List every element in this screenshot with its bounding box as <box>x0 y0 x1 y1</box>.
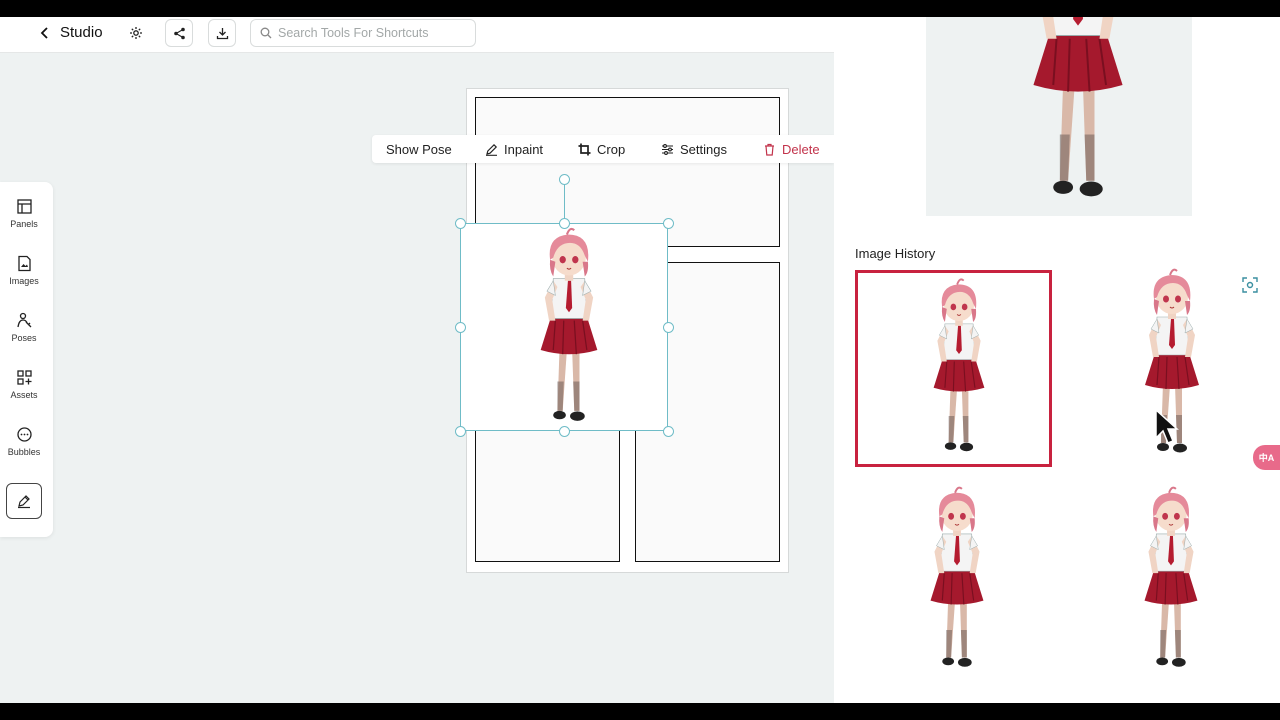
download-button[interactable] <box>208 19 236 47</box>
pencil-icon <box>486 143 498 156</box>
resize-handle-top[interactable] <box>559 218 570 229</box>
character-image <box>925 275 993 463</box>
tool-bubbles[interactable]: Bubbles <box>0 426 48 474</box>
translate-button[interactable]: 中A <box>1253 445 1280 470</box>
delete-button[interactable]: Delete <box>763 135 820 163</box>
resize-handle-left[interactable] <box>455 322 466 333</box>
resize-handle-top-right[interactable] <box>663 218 674 229</box>
tool-label: Images <box>9 276 39 286</box>
left-toolbar: Panels Images Poses Assets Bubbles <box>0 182 53 537</box>
history-thumbnail[interactable] <box>1066 483 1263 680</box>
gear-icon <box>130 27 142 39</box>
search-input[interactable] <box>278 26 468 40</box>
resize-handle-right[interactable] <box>663 322 674 333</box>
tool-assets[interactable]: Assets <box>0 369 48 417</box>
crop-label: Crop <box>597 141 626 157</box>
character-image <box>1136 483 1206 679</box>
rotate-handle[interactable] <box>559 174 570 185</box>
image-file-icon <box>17 255 31 272</box>
assets-icon <box>16 370 32 385</box>
show-pose-label: Show Pose <box>386 141 452 157</box>
history-thumbnail-active[interactable] <box>855 270 1052 467</box>
tool-panels[interactable]: Panels <box>0 198 48 246</box>
top-bar: Studio <box>0 17 834 53</box>
tool-images[interactable]: Images <box>0 255 48 303</box>
image-context-toolbar: Show Pose Inpaint Crop Settings Delete <box>372 135 834 163</box>
inpaint-button[interactable]: Inpaint <box>485 135 543 163</box>
studio-title: Studio <box>60 24 103 41</box>
settings-button-ctx[interactable]: Settings <box>661 135 727 163</box>
tool-label: Bubbles <box>7 447 41 457</box>
share-icon <box>173 27 185 39</box>
panels-icon <box>16 199 32 214</box>
show-pose-button[interactable]: Show Pose <box>386 135 452 163</box>
crop-icon <box>578 143 591 155</box>
search-box[interactable] <box>250 19 476 47</box>
settings-button[interactable] <box>122 19 150 47</box>
character-image <box>922 483 992 679</box>
draw-tool-button[interactable] <box>6 483 42 519</box>
translate-glyph: 中A <box>1258 453 1275 463</box>
tool-label: Poses <box>11 333 37 343</box>
resize-handle-top-left[interactable] <box>455 218 466 229</box>
mouse-pointer-icon <box>1155 408 1179 444</box>
settings-label: Settings <box>680 141 727 157</box>
resize-handle-bottom-left[interactable] <box>455 426 466 437</box>
delete-label: Delete <box>782 141 820 157</box>
history-thumbnail[interactable] <box>855 483 1052 680</box>
download-icon <box>216 27 228 39</box>
tool-label: Panels <box>10 219 38 229</box>
search-icon <box>260 27 272 39</box>
character-image <box>1018 17 1138 216</box>
character-image <box>531 224 607 434</box>
resize-handle-bottom-right[interactable] <box>663 426 674 437</box>
resize-handle-bottom[interactable] <box>559 426 570 437</box>
trash-icon <box>765 143 774 156</box>
inpaint-label: Inpaint <box>504 141 544 157</box>
back-button[interactable]: Studio <box>38 24 103 41</box>
selected-image[interactable] <box>460 223 668 431</box>
crop-button[interactable]: Crop <box>578 135 625 163</box>
studio-app: Studio Panels Images Poses <box>0 17 1280 703</box>
image-history-title: Image History <box>855 246 936 261</box>
image-preview <box>926 17 1192 216</box>
sliders-icon <box>662 143 673 155</box>
chevron-left-icon <box>40 26 48 39</box>
tool-label: Assets <box>10 390 38 400</box>
pose-icon <box>16 312 31 328</box>
pen-icon <box>18 495 30 509</box>
speech-bubble-icon <box>16 427 32 442</box>
right-panel: Image History 中A <box>834 17 1280 703</box>
tool-poses[interactable]: Poses <box>0 312 48 360</box>
share-button[interactable] <box>165 19 193 47</box>
